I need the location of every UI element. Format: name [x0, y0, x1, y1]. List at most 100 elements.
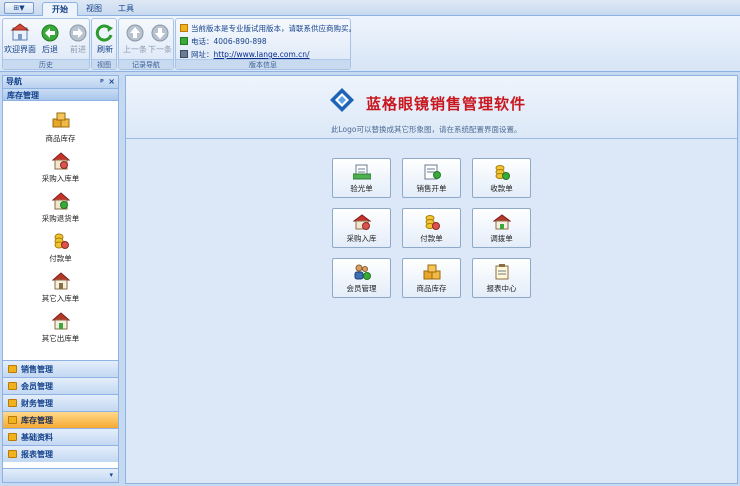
tab-view[interactable]: 视图 [80, 2, 108, 16]
tile-purchase-in[interactable]: 采购入库 [332, 208, 391, 248]
nav-section-title: 库存管理 [3, 88, 118, 101]
nav-item-label: 采购退货单 [41, 214, 80, 223]
brand-subtitle: 此Logo可以替换成其它形象图，请在系统配置界面设置。 [331, 125, 522, 134]
history-group-label: 历史 [3, 59, 89, 69]
tile-optometry[interactable]: 验光单 [332, 158, 391, 198]
navigation-panel: 导航 ᵖ × 库存管理 商品库存 采购入库单 采购退货单 付款单 其它入库单 其… [2, 75, 119, 483]
tile-payment[interactable]: 付款单 [402, 208, 461, 248]
warehouse-in-icon [352, 214, 371, 230]
nav-overflow-button[interactable]: ▾ [3, 468, 118, 482]
folder-icon [8, 416, 17, 424]
ribbon: 欢迎界面 后退 前进 历史 刷新 视图 上一条 下一条 记录导航 当前版本是专业… [0, 16, 740, 72]
tile-label: 验光单 [350, 184, 373, 193]
down-arrow-icon [151, 24, 169, 42]
refresh-icon [95, 24, 113, 42]
house-transfer-icon [492, 214, 511, 230]
ribbon-group-view: 刷新 视图 [91, 18, 117, 70]
tab-start[interactable]: 开始 [42, 2, 78, 16]
welcome-label: 欢迎界面 [4, 45, 36, 54]
tile-sales-order[interactable]: 销售开单 [402, 158, 461, 198]
nav-title: 导航 [6, 77, 22, 86]
version-notice-text: 当前版本是专业版试用版本，请联系供应商购买。 [191, 24, 356, 33]
notice-icon [180, 24, 188, 32]
clipboard-icon [495, 264, 508, 280]
nav-category-reports[interactable]: 报表管理 [3, 445, 118, 462]
nav-item-label: 采购入库单 [41, 174, 80, 183]
tile-label: 报表中心 [486, 284, 517, 293]
home-screen-icon [10, 23, 30, 41]
nav-category-label: 财务管理 [21, 399, 53, 408]
view-group-label: 视图 [92, 59, 116, 69]
optometry-sheet-icon [352, 164, 371, 180]
nav-item-purchase-in[interactable]: 采购入库单 [3, 150, 118, 190]
coins-out-icon [425, 215, 440, 230]
nav-category-label: 会员管理 [21, 382, 53, 391]
nav-item-payment[interactable]: 付款单 [3, 230, 118, 270]
members-icon [354, 264, 371, 280]
nav-category-finance[interactable]: 财务管理 [3, 394, 118, 411]
nav-category-label: 基础资料 [21, 433, 53, 442]
house-out-icon [51, 312, 70, 330]
folder-icon [8, 450, 17, 458]
tab-tools[interactable]: 工具 [112, 2, 140, 16]
tile-label: 会员管理 [346, 284, 377, 293]
nav-category-members[interactable]: 会员管理 [3, 377, 118, 394]
tile-label: 收款单 [490, 184, 513, 193]
tile-report-center[interactable]: 报表中心 [472, 258, 531, 298]
warehouse-in-icon [51, 152, 70, 170]
brand-name: 蓝格眼镜销售管理软件 [366, 95, 527, 113]
up-arrow-icon [126, 24, 144, 42]
sales-sheet-icon [424, 164, 441, 180]
warehouse-return-icon [51, 192, 70, 210]
website-link[interactable]: http://www.lange.com.cn/ [214, 50, 310, 59]
phone-number: 4006-890-898 [213, 37, 267, 46]
tile-member-management[interactable]: 会员管理 [332, 258, 391, 298]
back-arrow-icon [41, 24, 59, 42]
tile-label: 付款单 [420, 234, 443, 243]
folder-icon [8, 382, 17, 390]
nav-item-purchase-return[interactable]: 采购退货单 [3, 190, 118, 230]
main-panel: 蓝格眼镜销售管理软件 此Logo可以替换成其它形象图，请在系统配置界面设置。 验… [125, 75, 738, 484]
ribbon-group-history: 欢迎界面 后退 前进 历史 [2, 18, 90, 70]
boxes-icon [52, 112, 69, 128]
refresh-button[interactable]: 刷新 [89, 21, 121, 59]
coins-icon [54, 233, 69, 249]
tile-label: 采购入库 [346, 234, 377, 243]
nav-header: 导航 ᵖ × [3, 76, 118, 88]
nav-category-label: 报表管理 [21, 450, 53, 459]
phone-icon [180, 37, 188, 45]
nav-item-goods-stock[interactable]: 商品库存 [3, 110, 118, 150]
nav-category-label: 销售管理 [21, 365, 53, 374]
nav-category-inventory[interactable]: 库存管理 [3, 411, 118, 428]
version-group-label: 版本信息 [176, 59, 350, 69]
close-icon[interactable]: × [108, 76, 115, 88]
nav-item-label: 其它入库单 [41, 294, 80, 303]
folder-icon [8, 399, 17, 407]
forward-arrow-icon [69, 24, 87, 42]
tile-transfer[interactable]: 调拨单 [472, 208, 531, 248]
tile-goods-stock[interactable]: 商品库存 [402, 258, 461, 298]
welcome-button[interactable]: 欢迎界面 [4, 21, 36, 59]
nav-item-label: 其它出库单 [41, 334, 80, 343]
folder-icon [8, 365, 17, 373]
nav-category-sales[interactable]: 销售管理 [3, 360, 118, 377]
boxes-icon [423, 264, 440, 280]
version-notice: 当前版本是专业版试用版本，请联系供应商购买。 [180, 23, 356, 34]
tile-label: 销售开单 [416, 184, 447, 193]
next-record-button[interactable]: 下一条 [144, 21, 176, 59]
brand-logo-icon [330, 88, 354, 112]
tile-receipt[interactable]: 收款单 [472, 158, 531, 198]
brand-banner: 蓝格眼镜销售管理软件 此Logo可以替换成其它形象图，请在系统配置界面设置。 [126, 76, 737, 139]
pin-icon[interactable]: ᵖ [100, 76, 104, 88]
nav-item-label: 商品库存 [45, 134, 76, 143]
app-menu-button[interactable]: ⊞▼ [4, 2, 34, 14]
phone-line: 电话：4006-890-898 [180, 36, 267, 47]
ribbon-group-record-nav: 上一条 下一条 记录导航 [118, 18, 174, 70]
nav-item-other-in[interactable]: 其它入库单 [3, 270, 118, 310]
ribbon-tab-bar: ⊞▼ 开始 视图 工具 [0, 0, 740, 16]
tile-label: 调拨单 [490, 234, 513, 243]
phone-label: 电话： [191, 37, 214, 46]
refresh-label: 刷新 [97, 45, 113, 54]
nav-category-basic-data[interactable]: 基础资料 [3, 428, 118, 445]
nav-item-other-out[interactable]: 其它出库单 [3, 310, 118, 350]
